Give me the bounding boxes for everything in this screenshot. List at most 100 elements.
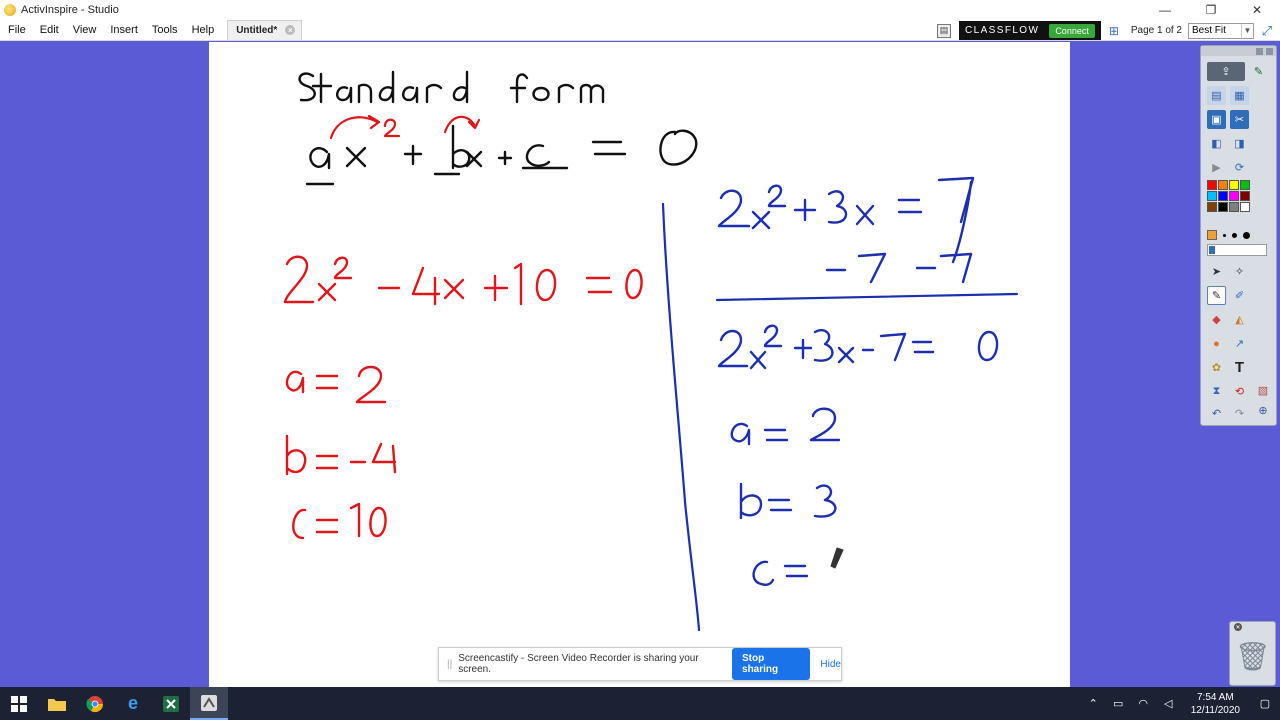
trash-can-icon[interactable]: 🗑 — [1230, 632, 1275, 673]
color-swatch-2[interactable] — [1229, 180, 1239, 190]
window-title: ActivInspire - Studio — [21, 3, 119, 16]
classflow-connect-button[interactable]: Connect — [1049, 23, 1095, 38]
color-swatch-10[interactable] — [1229, 202, 1239, 212]
next-page-icon[interactable]: ◨ — [1230, 134, 1249, 153]
handwriting-blue-example — [717, 176, 999, 586]
color-swatch-9[interactable] — [1218, 202, 1228, 212]
color-swatch-4[interactable] — [1207, 191, 1217, 201]
play-icon[interactable]: ▶ — [1207, 158, 1226, 177]
minimize-button[interactable]: — — [1142, 0, 1188, 19]
document-tab-label: Untitled* — [236, 24, 278, 36]
trash-panel[interactable]: ✕ 🗑 — [1229, 621, 1276, 686]
pen-width-slider[interactable] — [1207, 244, 1267, 256]
reset-page-icon[interactable]: ⟳ — [1230, 158, 1249, 177]
zoom-select-value: Best Fit — [1192, 25, 1226, 36]
windows-taskbar: e ⌃ ▭ ◠ ◁ 7:54 AM 12/11/2020 ▢ — [0, 687, 1280, 720]
page-browser-icon[interactable]: ▤ — [937, 23, 952, 38]
handwriting-red-arrows — [329, 114, 481, 140]
system-clock[interactable]: 7:54 AM 12/11/2020 — [1191, 691, 1240, 717]
highlighter-icon[interactable]: ✐ — [1230, 286, 1249, 305]
chevron-down-icon[interactable]: ▼ — [1241, 23, 1253, 38]
pen-width-medium[interactable] — [1232, 232, 1237, 238]
eraser-icon[interactable]: ◆ — [1207, 310, 1226, 329]
handwriting-standard-form — [298, 70, 698, 186]
handwriting-blue-divider — [661, 202, 1019, 632]
menu-file[interactable]: File — [0, 19, 33, 41]
redo-icon[interactable]: ↷ — [1230, 404, 1249, 423]
title-bar: ActivInspire - Studio — ❐ ✕ — [0, 0, 1280, 19]
handwriting-red-example — [283, 255, 643, 540]
color-swatch-0[interactable] — [1207, 180, 1217, 190]
reset-icon[interactable]: ⟲ — [1230, 382, 1249, 401]
stop-sharing-button[interactable]: Stop sharing — [732, 648, 811, 680]
fullscreen-toggle-icon[interactable]: ⤢ — [1258, 23, 1276, 39]
clock-date: 12/11/2020 — [1190, 704, 1240, 716]
page-indicator: Page 1 of 2 — [1130, 25, 1182, 36]
undo-icon[interactable]: ↶ — [1207, 404, 1226, 423]
color-swatch-3[interactable] — [1240, 180, 1250, 190]
internet-explorer-icon[interactable]: e — [114, 687, 152, 720]
flipchart-icon[interactable]: ▦ — [1230, 86, 1249, 105]
classflow-panel[interactable]: CLASSFLOW Connect — [959, 21, 1101, 40]
color-swatch-1[interactable] — [1218, 180, 1228, 190]
screen-share-bar: || Screencastify - Screen Video Recorder… — [438, 647, 842, 681]
chevron-up-icon[interactable]: ⌃ — [1081, 697, 1106, 710]
color-swatch-11[interactable] — [1240, 202, 1250, 212]
classflow-brand: CLASSFLOW — [965, 25, 1040, 36]
chrome-icon[interactable] — [76, 687, 114, 720]
activinspire-taskbar-icon[interactable] — [190, 687, 228, 720]
menu-help[interactable]: Help — [185, 19, 222, 41]
connector-tool-icon[interactable]: ↗ — [1230, 334, 1249, 353]
trash-close-icon[interactable]: ✕ — [1234, 623, 1242, 631]
hide-button[interactable]: Hide — [820, 659, 841, 670]
pen-width-small[interactable] — [1223, 233, 1226, 237]
color-swatch-7[interactable] — [1240, 191, 1250, 201]
color-swatch-5[interactable] — [1218, 191, 1228, 201]
camera-icon[interactable]: ▧ — [1255, 382, 1271, 398]
clipart-icon[interactable]: ✿ — [1207, 358, 1226, 377]
text-tool-icon[interactable]: T — [1230, 358, 1249, 377]
volume-icon[interactable]: ◁ — [1156, 697, 1181, 710]
main-menu-icon[interactable]: ⇪ — [1207, 62, 1245, 81]
wifi-icon[interactable]: ◠ — [1131, 697, 1156, 710]
flipchart-canvas[interactable] — [209, 42, 1070, 687]
document-tab-close-icon[interactable]: × — [285, 25, 296, 35]
drag-handle-icon[interactable]: || — [447, 659, 452, 670]
shape-tool-icon[interactable]: ● — [1207, 334, 1226, 353]
notifications-icon[interactable]: ▢ — [1250, 697, 1280, 710]
zoom-tool-icon[interactable]: ⊕ — [1255, 402, 1271, 418]
windows-start-icon[interactable] — [0, 687, 38, 720]
menu-view[interactable]: View — [66, 19, 104, 41]
system-tray: ⌃ ▭ ◠ ◁ 7:54 AM 12/11/2020 ▢ — [1081, 687, 1280, 720]
share-message: Screencastify - Screen Video Recorder is… — [458, 653, 699, 675]
clear-icon[interactable]: ⧗ — [1207, 382, 1226, 401]
document-tab[interactable]: Untitled* × — [227, 19, 303, 40]
pen-mode-icon[interactable]: ✎ — [1249, 62, 1268, 81]
color-swatch-6[interactable] — [1229, 191, 1239, 201]
maximize-button[interactable]: ❐ — [1188, 0, 1234, 19]
desktop-annotate-icon[interactable]: ✂ — [1230, 110, 1249, 129]
main-toolbox: ⇪ ✎ ▤ ▦ ▣ ✂ ◧ ◨ ▶ ⟳ ➤ ✧ ✎ ✐ ◆ ◭ ● ↗ ✿ T … — [1200, 45, 1277, 426]
zoom-select[interactable]: Best Fit ▼ — [1188, 22, 1254, 39]
insert-media-icon[interactable]: ▣ — [1207, 110, 1226, 129]
previous-page-icon[interactable]: ◧ — [1207, 134, 1226, 153]
color-swatch-8[interactable] — [1207, 202, 1217, 212]
magic-ink-icon[interactable]: ✧ — [1230, 262, 1249, 281]
file-explorer-icon[interactable] — [38, 687, 76, 720]
browsers-icon[interactable]: ▤ — [1207, 86, 1226, 105]
color-picker-icon[interactable] — [1207, 230, 1217, 240]
menu-tools[interactable]: Tools — [145, 19, 185, 41]
settings-grid-icon[interactable]: ⊞ — [1107, 24, 1121, 38]
fill-icon[interactable]: ◭ — [1230, 310, 1249, 329]
battery-icon[interactable]: ▭ — [1106, 697, 1131, 710]
toolbox-titlebar[interactable] — [1201, 46, 1276, 56]
activinspire-app-icon — [4, 3, 16, 16]
menu-edit[interactable]: Edit — [33, 19, 66, 41]
close-button[interactable]: ✕ — [1234, 0, 1280, 19]
pen-tool-icon[interactable]: ✎ — [1207, 286, 1226, 305]
select-tool-icon[interactable]: ➤ — [1207, 262, 1226, 281]
menu-insert[interactable]: Insert — [103, 19, 145, 41]
excel-icon[interactable] — [152, 687, 190, 720]
pen-width-large[interactable] — [1243, 231, 1250, 239]
color-palette — [1207, 180, 1251, 212]
